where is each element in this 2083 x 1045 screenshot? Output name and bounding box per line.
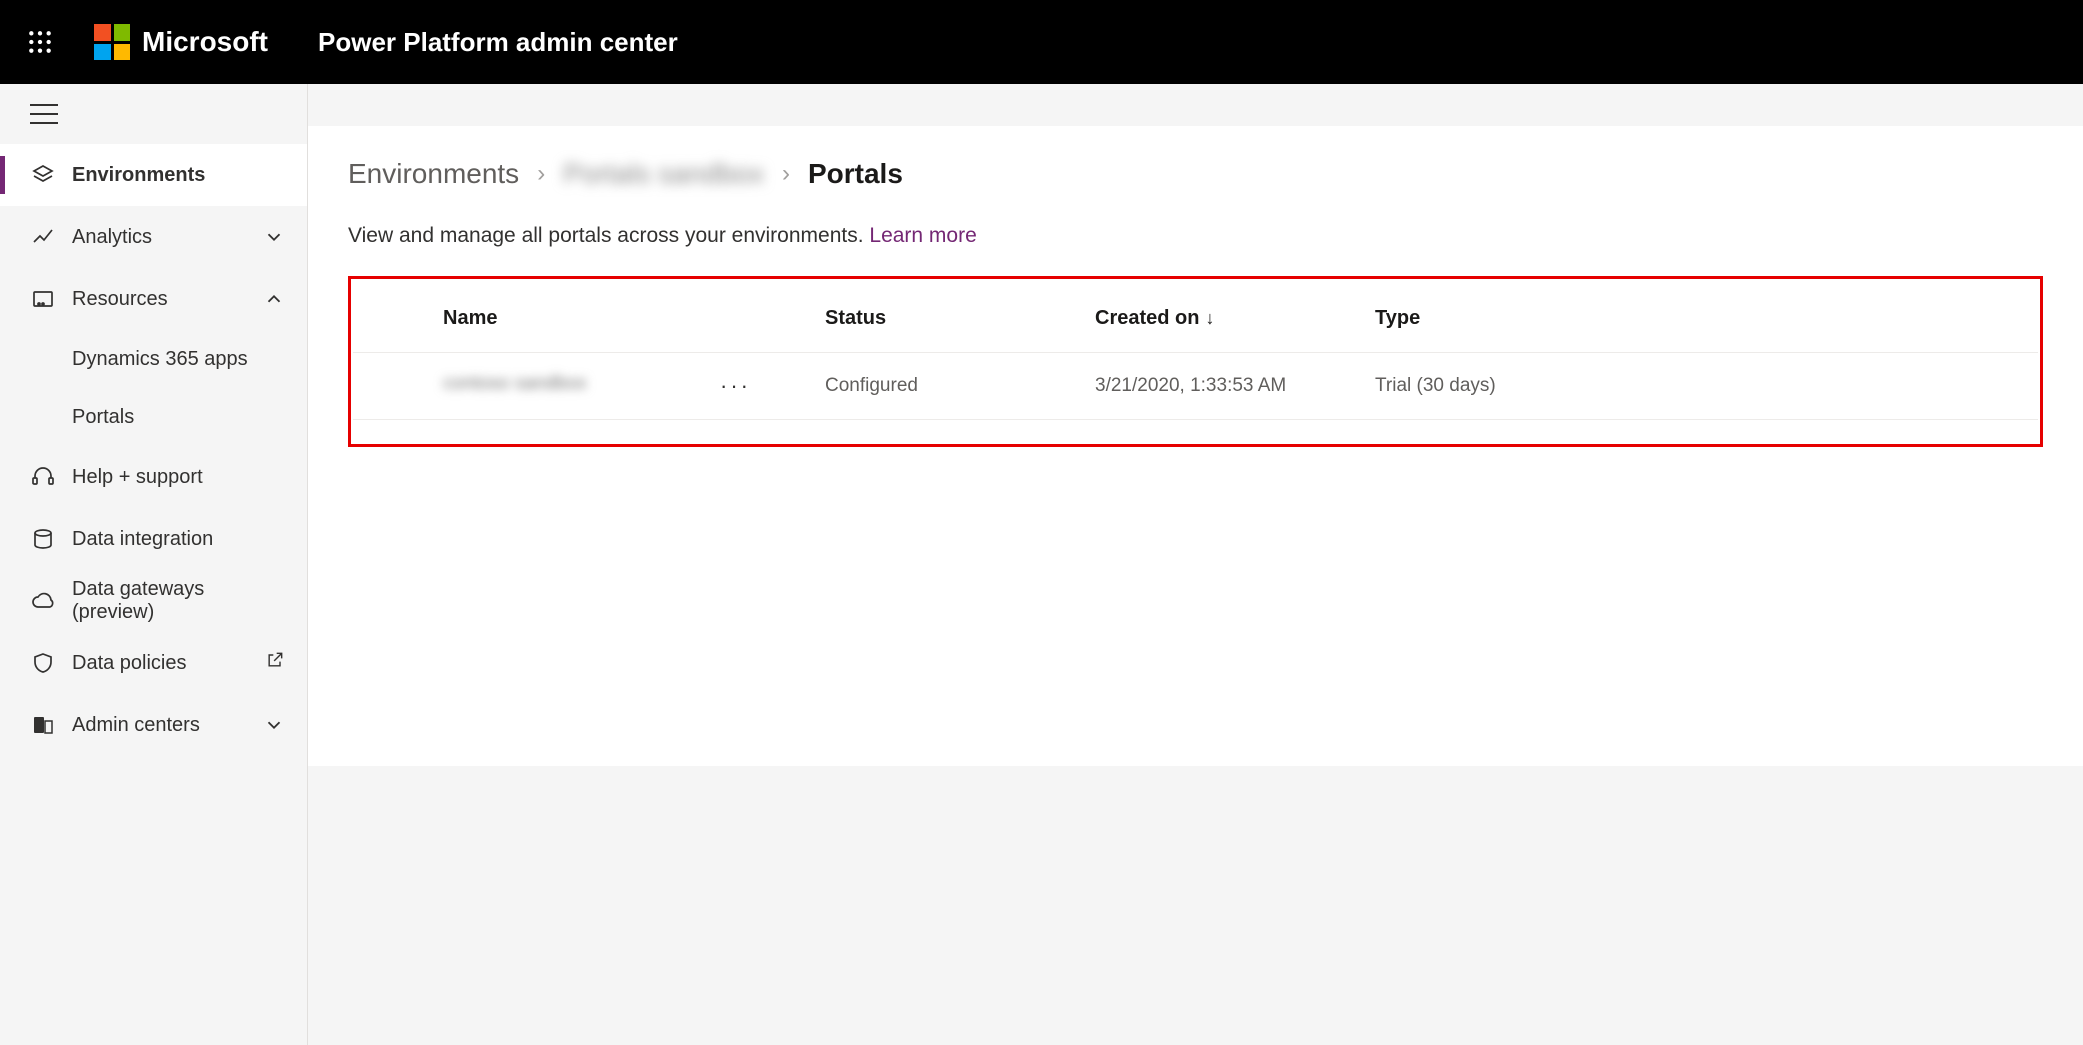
column-header-created-on[interactable]: Created on↓ [1083,283,1363,353]
chevron-right-icon: › [782,160,790,188]
sort-descending-icon: ↓ [1205,308,1214,328]
chevron-up-icon [263,288,285,310]
headset-icon [30,464,56,490]
sidebar-item-label: Help + support [72,466,285,489]
sidebar-item-data-gateways[interactable]: Data gateways (preview) [0,570,307,632]
app-title: Power Platform admin center [318,27,678,58]
chevron-down-icon [263,714,285,736]
table-row[interactable]: contoso sandbox ··· Configured 3/21/2020… [353,353,2038,420]
sidebar-item-label: Data gateways (preview) [72,578,285,624]
main-content: Environments › Portals sandbox › Portals… [308,84,2083,1045]
cloud-icon [30,588,56,614]
sidebar-item-data-integration[interactable]: Data integration [0,508,307,570]
portals-table: Name Status Created on↓ Type contoso san… [353,283,2038,420]
app-launcher-icon[interactable] [16,18,64,66]
sidebar-item-analytics[interactable]: Analytics [0,206,307,268]
chevron-right-icon: › [537,160,545,188]
sidebar-item-admin-centers[interactable]: Admin centers [0,694,307,756]
analytics-icon [30,224,56,250]
microsoft-logo[interactable]: Microsoft [94,24,268,60]
more-actions-icon[interactable]: ··· [720,373,751,399]
content-panel: Environments › Portals sandbox › Portals… [308,126,2083,766]
resources-icon [30,286,56,312]
chevron-down-icon [263,226,285,248]
sidebar-item-help-support[interactable]: Help + support [0,446,307,508]
breadcrumb-current: Portals [808,158,903,190]
breadcrumb: Environments › Portals sandbox › Portals [348,158,2043,190]
column-header-status[interactable]: Status [813,283,1083,353]
page-description: View and manage all portals across your … [348,224,2043,248]
sidebar-subitem-dynamics-apps[interactable]: Dynamics 365 apps [0,330,307,388]
sidebar-item-label: Data policies [72,652,265,675]
sidebar-item-label: Analytics [72,226,263,249]
breadcrumb-root[interactable]: Environments [348,158,519,190]
microsoft-brand-text: Microsoft [142,26,268,58]
portals-table-highlight: Name Status Created on↓ Type contoso san… [348,276,2043,447]
portal-name: contoso sandbox [443,373,587,394]
column-header-name[interactable]: Name [353,283,813,353]
microsoft-logo-icon [94,24,130,60]
admin-icon [30,712,56,738]
portal-status: Configured [813,353,1083,420]
sidebar-item-label: Dynamics 365 apps [72,348,248,371]
description-text: View and manage all portals across your … [348,224,869,247]
sidebar-item-resources[interactable]: Resources [0,268,307,330]
sidebar-item-label: Resources [72,288,263,311]
portal-type: Trial (30 days) [1363,353,2038,420]
sidebar-item-data-policies[interactable]: Data policies [0,632,307,694]
sidebar-item-label: Data integration [72,528,285,551]
layers-icon [30,162,56,188]
hamburger-icon[interactable] [30,104,58,124]
sidebar: Environments Analytics Resources Dynamic… [0,84,308,1045]
breadcrumb-environment[interactable]: Portals sandbox [563,158,764,190]
database-icon [30,526,56,552]
learn-more-link[interactable]: Learn more [869,224,976,247]
shield-icon [30,650,56,676]
column-header-type[interactable]: Type [1363,283,2038,353]
sidebar-item-label: Portals [72,406,134,429]
sidebar-item-environments[interactable]: Environments [0,144,307,206]
portal-created-on: 3/21/2020, 1:33:53 AM [1083,353,1363,420]
sidebar-item-label: Environments [72,164,285,187]
sidebar-item-label: Admin centers [72,714,263,737]
external-link-icon [265,650,285,676]
top-bar: Microsoft Power Platform admin center [0,0,2083,84]
sidebar-subitem-portals[interactable]: Portals [0,388,307,446]
